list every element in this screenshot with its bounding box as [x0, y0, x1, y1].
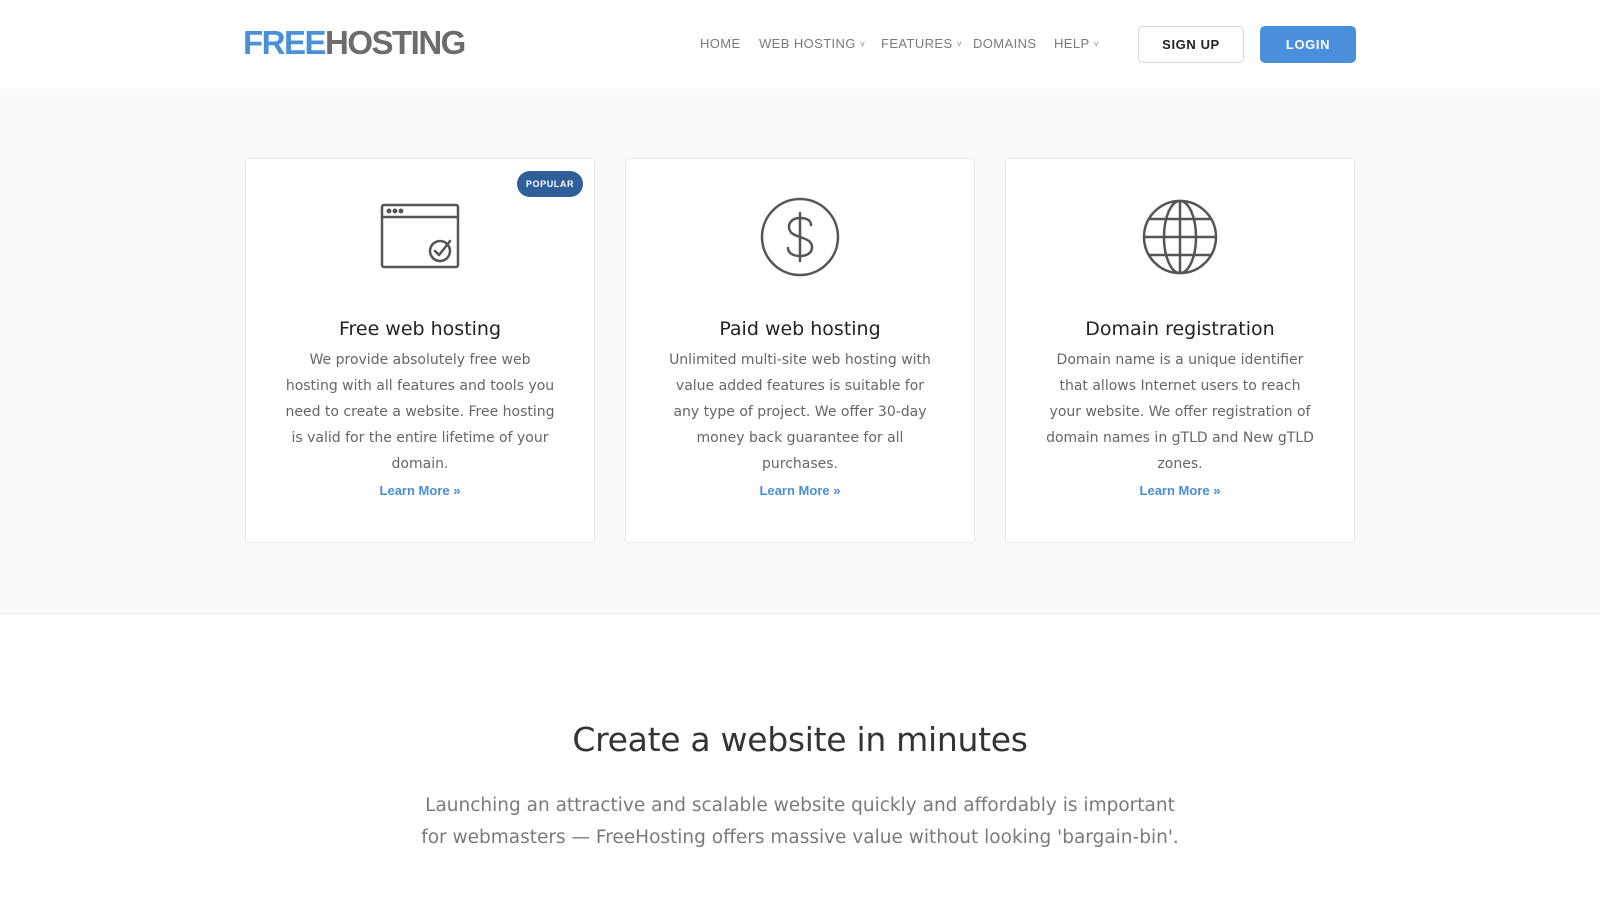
chevron-down-icon: ˅: [1093, 39, 1100, 49]
nav-item-label: WEB HOSTING: [759, 36, 856, 51]
nav-item-label: FEATURES: [881, 36, 953, 51]
nav-item-label: HOME: [700, 36, 741, 51]
nav-item-help[interactable]: HELP ˅: [1054, 34, 1099, 54]
card-description: Unlimited multi-site web hosting with va…: [669, 352, 931, 472]
nav-item-label: DOMAINS: [973, 36, 1037, 51]
popular-badge: POPULAR: [517, 171, 583, 197]
sign-up-button[interactable]: SIGN UP: [1138, 26, 1244, 63]
browser-check-icon: [378, 195, 462, 279]
card-description: We provide absolutely free web hosting w…: [285, 352, 555, 472]
brand-logo-hosting: HOSTING: [325, 24, 466, 61]
nav-item-features[interactable]: FEATURES ˅: [881, 34, 962, 54]
features-section: POPULAR Free web hosting We provide abso…: [0, 89, 1600, 614]
card-title: Paid web hosting: [719, 318, 881, 340]
chevron-down-icon: ˅: [859, 39, 866, 49]
learn-more-link[interactable]: Learn More »: [1006, 481, 1354, 501]
chevron-down-icon: ˅: [956, 39, 963, 49]
section-title: Create a website in minutes: [572, 720, 1028, 759]
login-button[interactable]: LOGIN: [1260, 26, 1356, 63]
card-description: Domain name is a unique identifier that …: [1046, 352, 1314, 472]
section-subtitle-line-1: Launching an attractive and scalable web…: [425, 795, 1175, 816]
nav-item-home[interactable]: HOME: [700, 34, 741, 54]
card-domain-registration: Domain registration Domain name is a uni…: [1005, 158, 1355, 543]
dollar-circle-icon: [758, 195, 842, 279]
card-title: Domain registration: [1085, 318, 1275, 340]
card-title: Free web hosting: [338, 318, 502, 340]
learn-more-link[interactable]: Learn More »: [246, 481, 594, 501]
globe-icon: [1138, 195, 1222, 279]
section-subtitle: Launching an attractive and scalable web…: [400, 790, 1200, 854]
nav-item-domains[interactable]: DOMAINS: [973, 34, 1036, 54]
nav-item-web-hosting[interactable]: WEB HOSTING ˅: [759, 34, 866, 54]
learn-more-link[interactable]: Learn More »: [626, 481, 974, 501]
section-subtitle-line-2: for webmasters — FreeHosting offers mass…: [421, 827, 1179, 848]
brand-logo[interactable]: FREEHOSTING: [243, 24, 466, 62]
site-header: FREEHOSTING HOME WEB HOSTING ˅ FEATURES ˅ …: [0, 0, 1600, 89]
brand-logo-free: FREE: [243, 24, 327, 61]
nav-item-label: HELP: [1054, 36, 1090, 51]
card-free-hosting: POPULAR Free web hosting We provide abso…: [245, 158, 595, 543]
card-paid-hosting: Paid web hosting Unlimited multi-site we…: [625, 158, 975, 543]
